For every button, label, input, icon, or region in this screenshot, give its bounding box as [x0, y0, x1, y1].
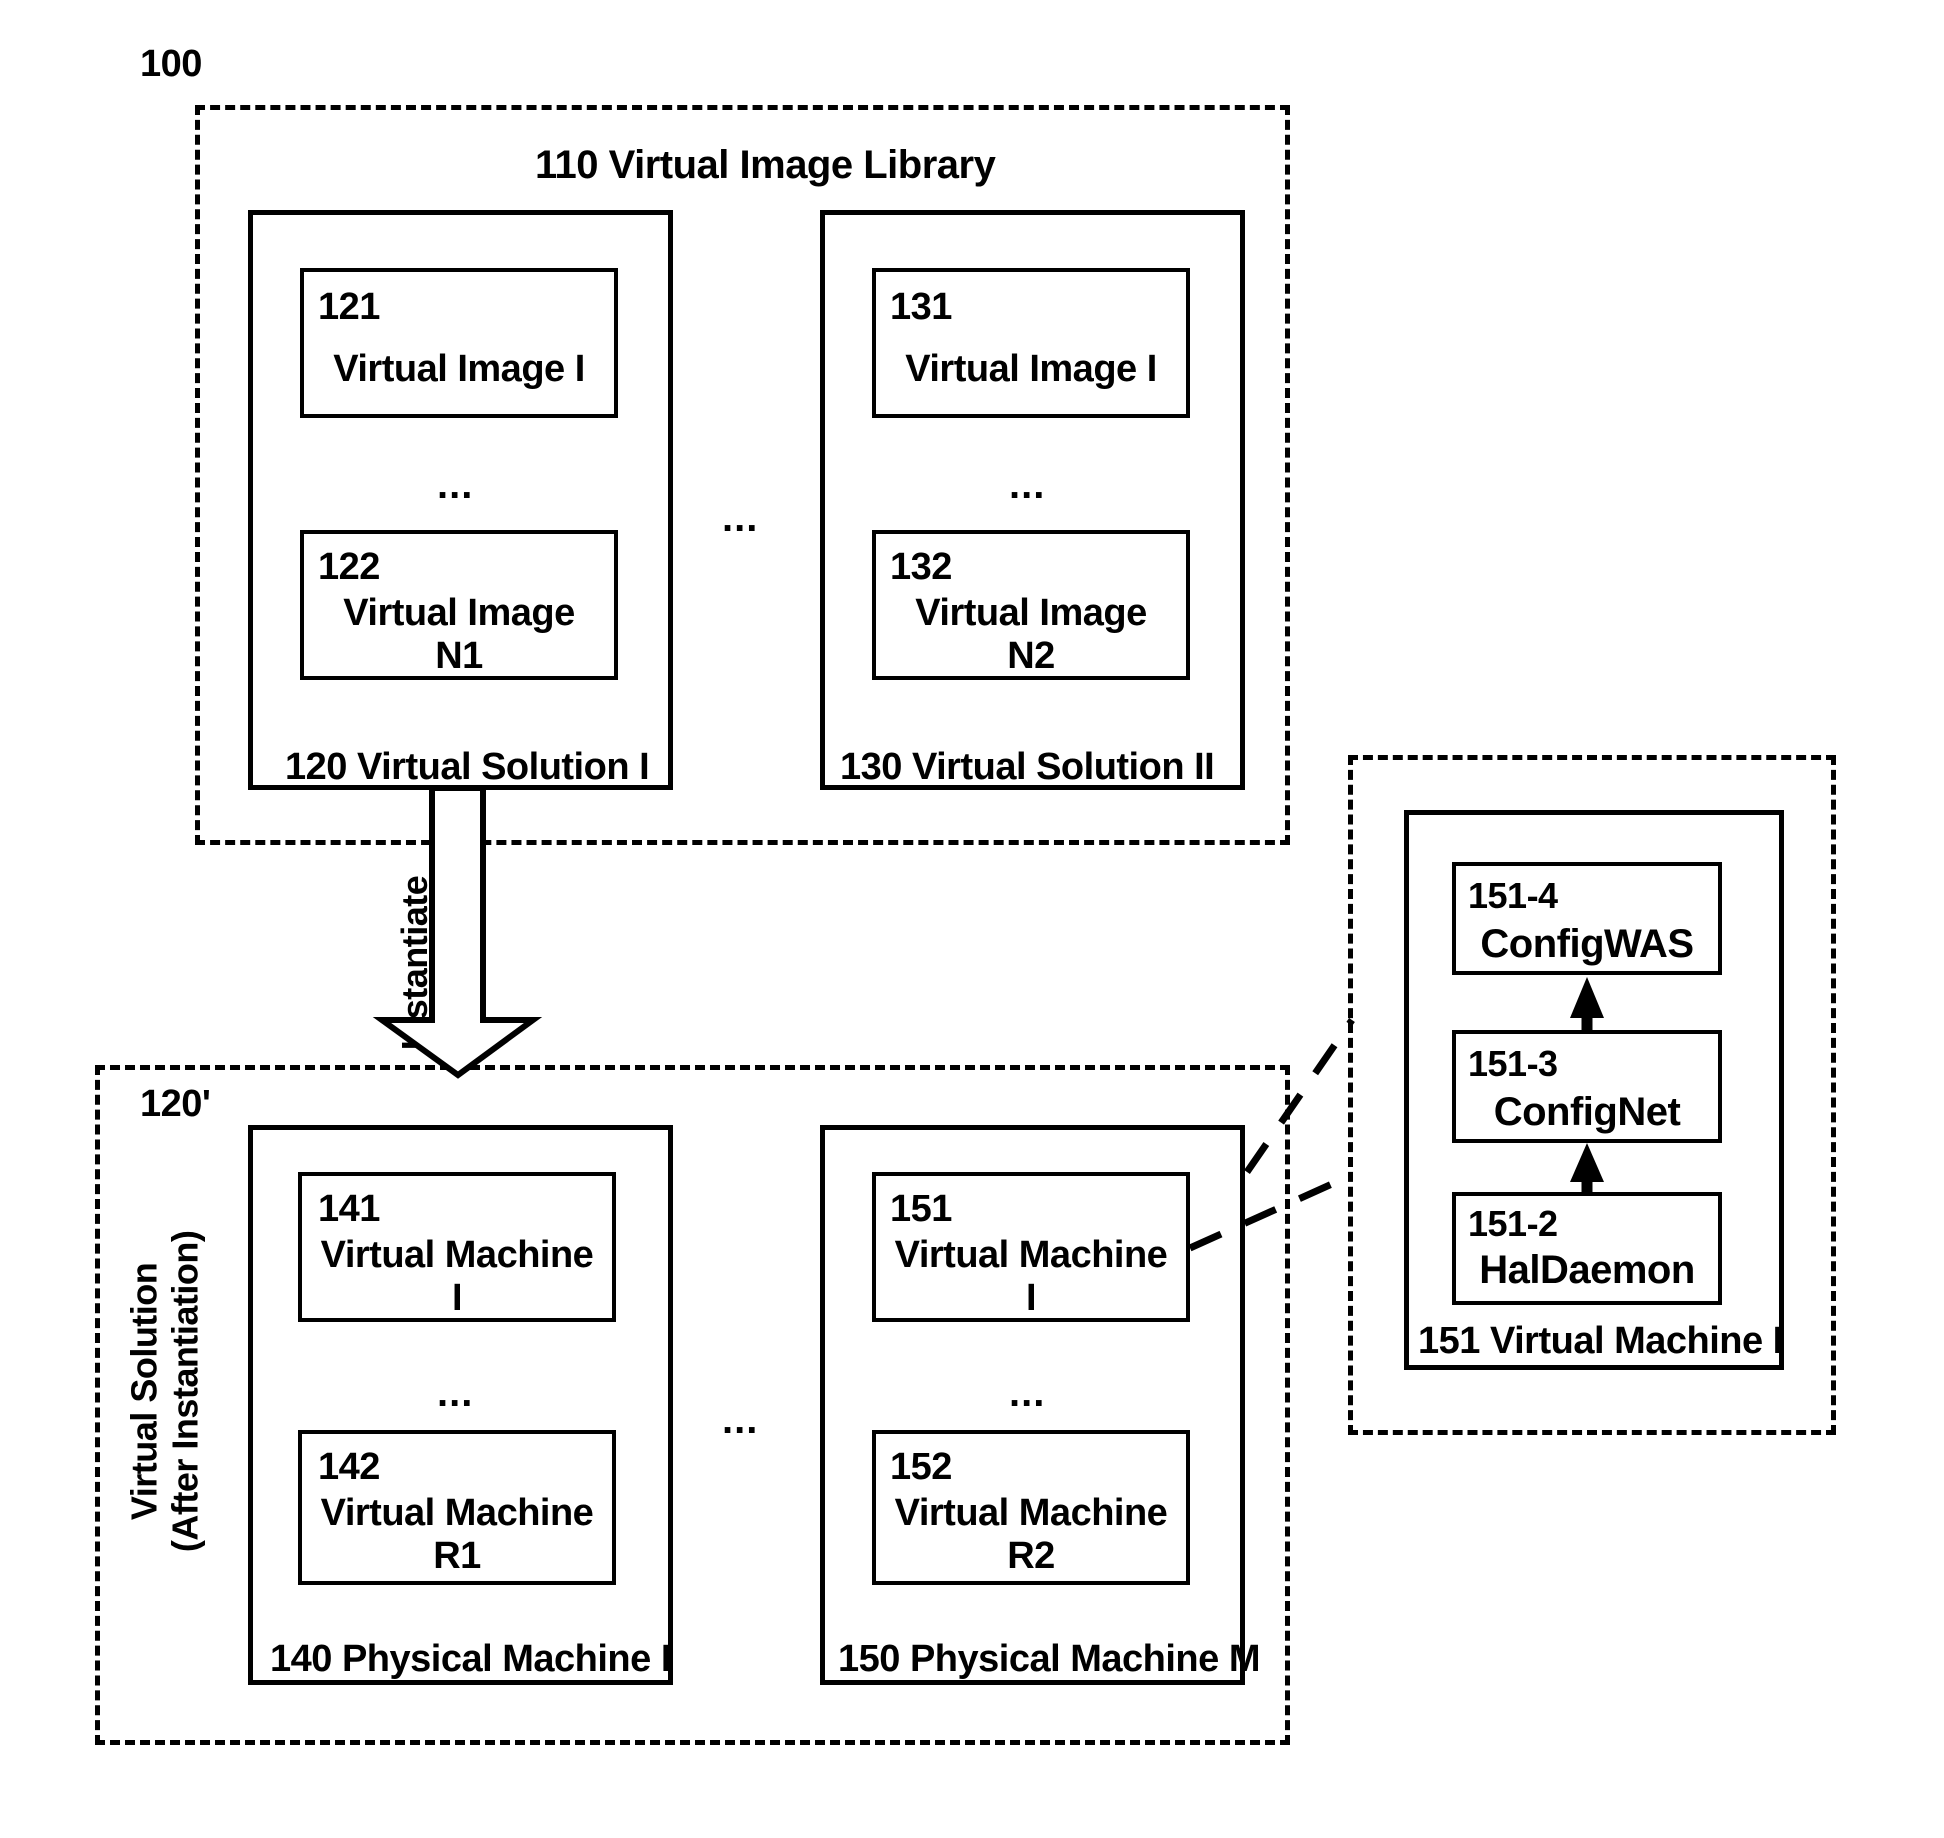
virtual-machine-151-ref: 151 [890, 1188, 952, 1230]
figure-ref-100: 100 [140, 43, 202, 85]
virtual-solution-1-ellipsis: ... [437, 463, 474, 507]
physical-machine-1-label: 140 Physical Machine I [270, 1638, 671, 1680]
virtual-machine-152-name: Virtual Machine R2 [894, 1492, 1168, 1577]
virtual-machine-151-name: Virtual Machine I [894, 1234, 1168, 1319]
virtual-solution-1-label: 120 Virtual Solution I [285, 746, 650, 788]
virtual-solution-2-label: 130 Virtual Solution II [840, 746, 1215, 788]
runtime-ref-label: 120' [140, 1083, 211, 1125]
virtual-image-131-name: Virtual Image I [905, 348, 1157, 390]
virtual-machine-142-name: Virtual Machine R1 [320, 1492, 594, 1577]
instantiate-arrow-label: Instantiate [394, 875, 435, 1051]
virtual-image-121-ref: 121 [318, 286, 380, 328]
physical-machine-2-label: 150 Physical Machine M [838, 1638, 1260, 1680]
virtual-image-121-name: Virtual Image I [333, 348, 585, 390]
virtual-image-132-name: Virtual Image N2 [915, 592, 1147, 677]
hal-daemon-ref: 151-2 [1468, 1203, 1558, 1244]
config-net-ref: 151-3 [1468, 1043, 1558, 1084]
virtual-image-122-name: Virtual Image N1 [343, 592, 575, 677]
config-net-name: ConfigNet [1493, 1090, 1681, 1134]
virtual-image-132-ref: 132 [890, 546, 952, 588]
config-was-name: ConfigWAS [1480, 922, 1694, 966]
library-between-ellipsis: ... [722, 496, 759, 540]
runtime-side-caption: Virtual Solution (After Instantiation) [123, 1230, 206, 1553]
virtual-image-library-title: 110 Virtual Image Library [535, 143, 996, 187]
virtual-image-131-ref: 131 [890, 286, 952, 328]
hal-daemon-name: HalDaemon [1479, 1248, 1695, 1292]
virtual-image-122-ref: 122 [318, 546, 380, 588]
detail-vm-label: 151 Virtual Machine I [1418, 1320, 1783, 1362]
virtual-machine-141-name: Virtual Machine I [320, 1234, 594, 1319]
physical-machine-2-ellipsis: ... [1009, 1371, 1046, 1415]
figure-canvas: 100 110 Virtual Image Library 121 Virtua… [0, 0, 1944, 1838]
config-was-ref: 151-4 [1468, 875, 1558, 916]
runtime-between-ellipsis: ... [722, 1398, 759, 1442]
virtual-machine-152-ref: 152 [890, 1446, 952, 1488]
physical-machine-1-ellipsis: ... [437, 1371, 474, 1415]
virtual-machine-142-ref: 142 [318, 1446, 380, 1488]
virtual-solution-2-ellipsis: ... [1009, 463, 1046, 507]
virtual-machine-141-ref: 141 [318, 1188, 380, 1230]
